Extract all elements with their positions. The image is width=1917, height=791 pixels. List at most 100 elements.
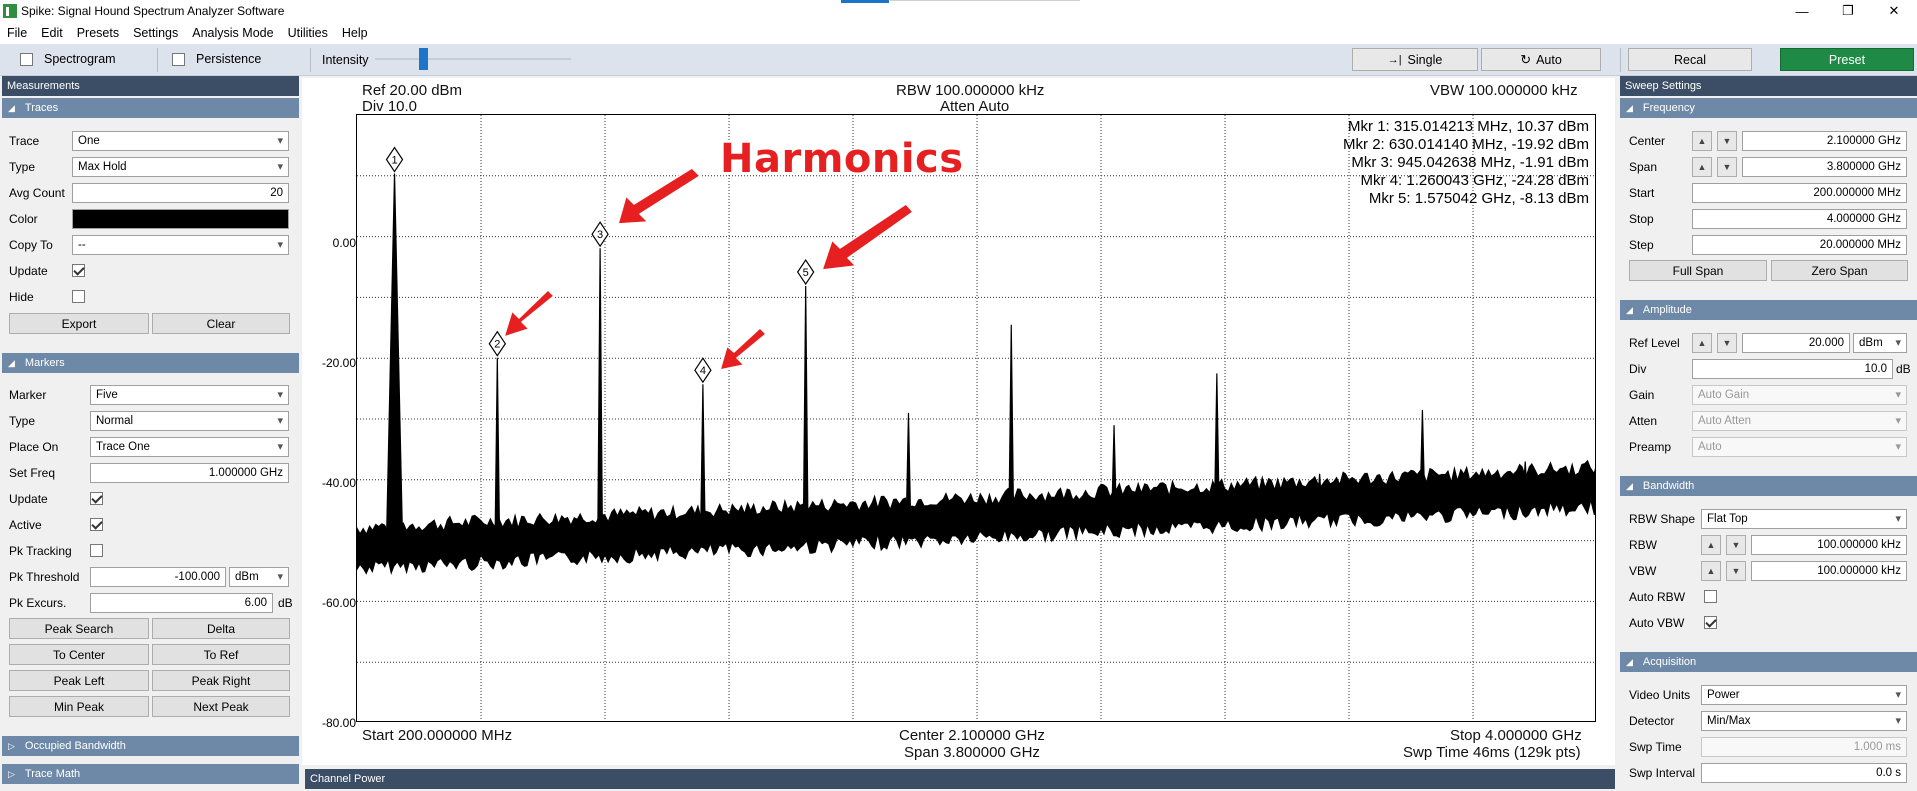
preset-button[interactable]: Preset [1780, 48, 1914, 71]
measurements-header: Measurements [2, 76, 299, 96]
spectrogram-toggle[interactable]: Spectrogram [20, 52, 116, 66]
vbw-down-button[interactable]: ▼ [1726, 561, 1746, 581]
set-freq-input[interactable]: 1.000000 GHz [90, 463, 289, 483]
persistence-toggle[interactable]: Persistence [172, 52, 261, 66]
menu-analysis-mode[interactable]: Analysis Mode [185, 26, 280, 40]
copy-to-select[interactable]: -- [72, 235, 289, 255]
avg-count-input[interactable]: 20 [72, 183, 289, 203]
marker-type-select[interactable]: Normal [90, 411, 289, 431]
step-input[interactable]: 20.000000 MHz [1692, 235, 1907, 255]
menu-utilities[interactable]: Utilities [281, 26, 335, 40]
div-input[interactable]: 10.0 [1692, 359, 1893, 379]
center-up-button[interactable]: ▲ [1692, 131, 1712, 151]
vbw-up-button[interactable]: ▲ [1701, 561, 1721, 581]
spectrum-peak [1008, 324, 1015, 527]
rbw-up-button[interactable]: ▲ [1701, 535, 1721, 555]
min-peak-button[interactable]: Min Peak [9, 696, 149, 717]
span-up-button[interactable]: ▲ [1692, 157, 1712, 177]
vbw-input[interactable]: 100.000000 kHz [1751, 561, 1907, 581]
restore-button[interactable]: ❐ [1825, 0, 1871, 22]
stop-freq-input[interactable]: 4.000000 GHz [1692, 209, 1907, 229]
occupied-bandwidth-header[interactable]: ▷ Occupied Bandwidth [2, 736, 299, 756]
marker-active-checkbox[interactable] [90, 518, 103, 531]
intensity-slider-thumb[interactable] [419, 48, 428, 70]
preamp-select[interactable]: Auto [1692, 437, 1907, 457]
menu-presets[interactable]: Presets [70, 26, 126, 40]
swp-interval-input[interactable]: 0.0 s [1701, 763, 1907, 783]
center-down-button[interactable]: ▼ [1717, 131, 1737, 151]
collapse-icon: ◢ [1626, 656, 1633, 667]
trace-type-select[interactable]: Max Hold [72, 157, 289, 177]
collapse-icon: ◢ [1626, 102, 1633, 113]
collapse-icon: ◢ [1626, 480, 1633, 491]
close-button[interactable]: ✕ [1871, 0, 1917, 22]
marker-readout: Mkr 3: 945.042638 MHz, -1.91 dBm [1351, 154, 1589, 171]
y-tick-label: -40.00 [321, 476, 356, 490]
next-peak-button[interactable]: Next Peak [152, 696, 290, 717]
trace-select[interactable]: One [72, 131, 289, 151]
span-label: Span [1629, 160, 1658, 174]
trace-math-header[interactable]: ▷ Trace Math [2, 764, 299, 784]
trace-update-checkbox[interactable] [72, 264, 85, 277]
markers-section-header[interactable]: ◢ Markers [2, 353, 299, 373]
ref-level-up-button[interactable]: ▲ [1692, 333, 1712, 353]
peak-right-button[interactable]: Peak Right [152, 670, 290, 691]
frequency-section-header[interactable]: ◢ Frequency [1620, 98, 1917, 118]
video-units-select[interactable]: Power [1701, 685, 1907, 705]
menu-edit[interactable]: Edit [34, 26, 70, 40]
menu-help[interactable]: Help [335, 26, 375, 40]
peak-search-button[interactable]: Peak Search [9, 618, 149, 639]
auto-rbw-checkbox[interactable] [1704, 590, 1717, 603]
minimize-button[interactable]: — [1779, 0, 1825, 22]
pk-tracking-checkbox[interactable] [90, 544, 103, 557]
auto-vbw-checkbox[interactable] [1704, 616, 1717, 629]
delta-button[interactable]: Delta [152, 618, 290, 639]
single-button[interactable]: →| Single [1352, 48, 1478, 71]
intensity-slider-track[interactable] [375, 58, 571, 60]
auto-button[interactable]: ↻ Auto [1481, 48, 1601, 71]
swp-time-input[interactable]: 1.000 ms [1701, 737, 1907, 757]
recal-button[interactable]: Recal [1628, 48, 1752, 71]
rbw-input[interactable]: 100.000000 kHz [1751, 535, 1907, 555]
to-ref-button[interactable]: To Ref [152, 644, 290, 665]
pk-threshold-unit-select[interactable]: dBm [229, 567, 289, 587]
detector-select[interactable]: Min/Max [1701, 711, 1907, 731]
div-readout: Div 10.0 [362, 98, 418, 115]
ref-level-down-button[interactable]: ▼ [1717, 333, 1737, 353]
spectrum-plot[interactable]: 1 2 3 4 5 Mkr 1: 315.014213 MHz, 10.37 dBm M… [356, 114, 1596, 722]
rbw-down-button[interactable]: ▼ [1726, 535, 1746, 555]
bandwidth-section-header[interactable]: ◢ Bandwidth [1620, 476, 1917, 496]
marker-select[interactable]: Five [90, 385, 289, 405]
start-freq-input[interactable]: 200.000000 MHz [1692, 183, 1907, 203]
spectrogram-checkbox[interactable] [20, 52, 33, 66]
pk-threshold-input[interactable]: -100.000 [90, 567, 226, 587]
export-button[interactable]: Export [9, 313, 149, 334]
amplitude-section-header[interactable]: ◢ Amplitude [1620, 300, 1917, 320]
clear-button[interactable]: Clear [152, 313, 290, 334]
center-freq-input[interactable]: 2.100000 GHz [1742, 131, 1907, 151]
rbw-shape-select[interactable]: Flat Top [1701, 509, 1907, 529]
gain-select[interactable]: Auto Gain [1692, 385, 1907, 405]
ref-level-unit-select[interactable]: dBm [1853, 333, 1907, 353]
to-center-button[interactable]: To Center [9, 644, 149, 665]
zero-span-button[interactable]: Zero Span [1771, 260, 1908, 281]
trace-hide-checkbox[interactable] [72, 290, 85, 303]
traces-section-header[interactable]: ◢ Traces [2, 98, 299, 118]
menu-file[interactable]: File [0, 26, 34, 40]
trace-color-swatch[interactable] [72, 209, 289, 229]
marker-update-checkbox[interactable] [90, 492, 103, 505]
ref-level-input[interactable]: 20.000 [1742, 333, 1850, 353]
atten-select[interactable]: Auto Atten [1692, 411, 1907, 431]
full-span-button[interactable]: Full Span [1629, 260, 1767, 281]
span-input[interactable]: 3.800000 GHz [1742, 157, 1907, 177]
set-freq-label: Set Freq [9, 466, 56, 480]
acquisition-section-header[interactable]: ◢ Acquisition [1620, 652, 1917, 672]
place-on-select[interactable]: Trace One [90, 437, 289, 457]
marker-active-label: Active [9, 518, 42, 532]
peak-left-button[interactable]: Peak Left [9, 670, 149, 691]
span-down-button[interactable]: ▼ [1717, 157, 1737, 177]
channel-power-header[interactable]: Channel Power [305, 769, 1615, 789]
pk-excursion-input[interactable]: 6.00 [90, 593, 273, 613]
persistence-checkbox[interactable] [172, 52, 185, 66]
menu-settings[interactable]: Settings [126, 26, 185, 40]
